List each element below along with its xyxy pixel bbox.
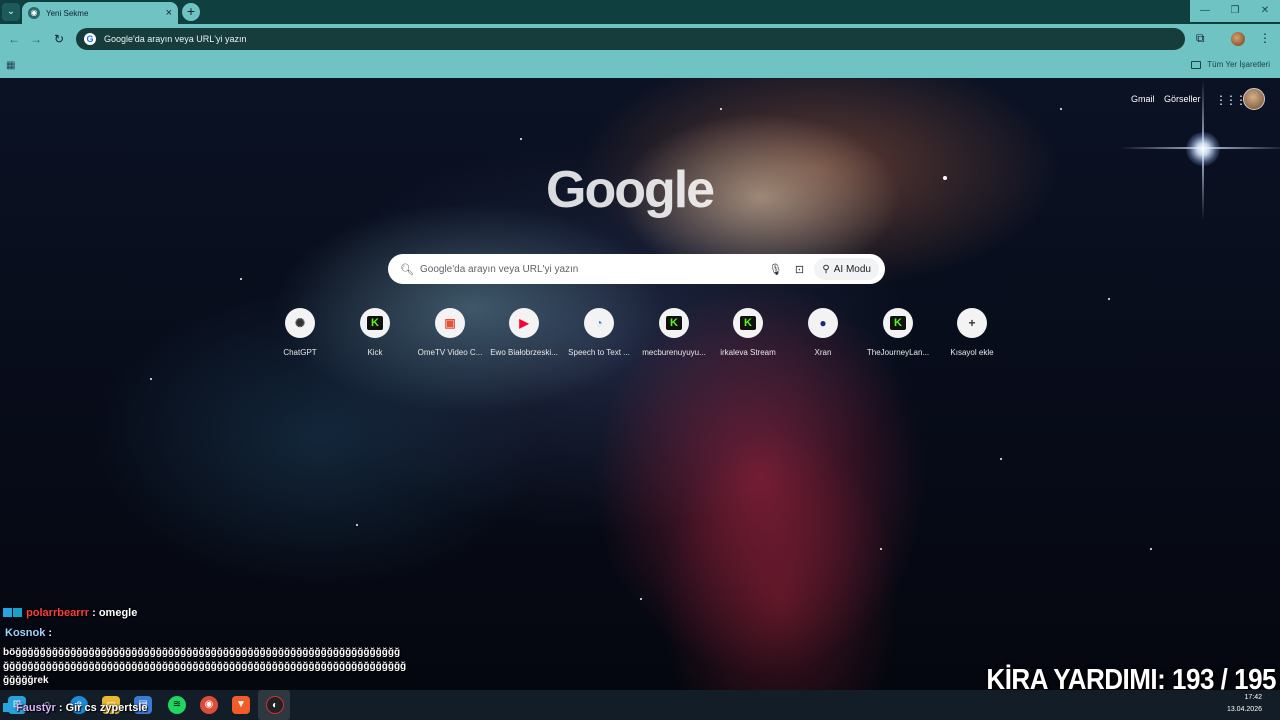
ometv-icon: ▣ xyxy=(435,308,465,338)
folder-icon xyxy=(1191,60,1202,69)
chat-separator: : xyxy=(45,627,53,639)
spotify-icon[interactable]: ≋ xyxy=(168,696,186,714)
shortcut-tile[interactable]: + Kısayol ekle xyxy=(935,308,1009,357)
verified-badge-icon xyxy=(13,608,22,617)
chrome-favicon-icon: ◉ xyxy=(28,7,40,19)
speech-icon: ◔ xyxy=(584,308,614,338)
browser-titlebar: ⌄ ◉ Yeni Sekme × + — ❐ ✕ xyxy=(0,0,1280,24)
minimize-button[interactable]: — xyxy=(1190,0,1220,22)
chat-text-line: ğğğğğrek xyxy=(3,675,49,686)
address-bar[interactable]: G Google'da arayın veya URL'yi yazın xyxy=(76,28,1185,50)
close-tab-icon[interactable]: × xyxy=(166,7,172,19)
chat-username: Kosnok xyxy=(5,627,46,639)
chrome-icon[interactable]: ◉ xyxy=(200,696,218,714)
close-window-button[interactable]: ✕ xyxy=(1250,0,1280,22)
browser-toolbar: ← → ↻ G Google'da arayın veya URL'yi yaz… xyxy=(0,24,1280,54)
shortcut-label: TheJourneyLan... xyxy=(866,348,930,357)
search-placeholder: Google'da arayın veya URL'yi yazın xyxy=(420,263,579,275)
windows-taskbar: ⊞ ○ e ▭ ▤ ≋ ◉ ▼ ◐ xyxy=(0,690,1280,720)
shortcut-tile[interactable]: K TheJourneyLan... xyxy=(861,308,935,357)
google-g-icon: G xyxy=(84,33,96,45)
chat-text: : Gir cs zypertsle xyxy=(55,702,148,714)
kick-icon: K xyxy=(733,308,763,338)
new-tab-button[interactable]: + xyxy=(182,3,200,21)
stream-chat: polarrbearrr : omegle Kosnok : böğğğğğğğ… xyxy=(3,606,423,688)
google-apps-icon[interactable]: ⋮⋮⋮ xyxy=(1215,93,1247,107)
shortcut-label: Ewo Białobrzeski... xyxy=(490,348,558,357)
ai-mode-button[interactable]: ⚲ AI Modu xyxy=(814,258,879,280)
shortcut-tile[interactable]: Kirkaleva Stream xyxy=(711,308,785,357)
shortcut-label: Xran xyxy=(814,348,832,357)
clock-date: 13.04.2026 xyxy=(1226,706,1262,713)
chat-text-line: böğğğğğğğğğğğğğğğğğğğğğğğğğğğğğğğğğğğğğğ… xyxy=(3,647,401,658)
ai-search-icon: ⚲ xyxy=(822,263,830,275)
shortcut-tile[interactable]: ▶ Ewo Białobrzeski... xyxy=(487,308,561,357)
ntp-search-box[interactable]: 🔍︎ Google'da arayın veya URL'yi yazın 🎙︎… xyxy=(388,254,885,284)
menu-kebab-icon[interactable]: ⋮ xyxy=(1259,31,1271,45)
forward-arrow-icon[interactable]: → xyxy=(30,32,42,46)
chatgpt-icon: ✺ xyxy=(285,308,315,338)
kick-icon: K xyxy=(360,308,390,338)
xran-icon: ● xyxy=(808,308,838,338)
microphone-icon[interactable]: 🎙︎ xyxy=(762,263,788,276)
chat-username: polarrbearrr xyxy=(26,607,90,619)
system-clock[interactable]: 17:42 13.04.2026 xyxy=(1227,692,1262,716)
chat-message: Faustyr : Gir cs zypertsle xyxy=(3,702,148,714)
shortcut-label: Speech to Text ... xyxy=(568,348,630,357)
bright-star xyxy=(1186,132,1220,166)
shortcut-tile[interactable]: ✺ ChatGPT xyxy=(263,308,337,357)
kick-icon: K xyxy=(659,308,689,338)
google-logo: Google xyxy=(546,161,715,219)
all-bookmarks-button[interactable]: Tüm Yer İşaretleri xyxy=(1191,60,1270,69)
shortcut-label: ChatGPT xyxy=(283,348,317,357)
ai-mode-label: AI Modu xyxy=(833,263,871,275)
shortcut-label: mecburenuyuyu... xyxy=(642,348,706,357)
maximize-button[interactable]: ❐ xyxy=(1220,0,1250,22)
kick-icon: K xyxy=(883,308,913,338)
reload-icon[interactable]: ↻ xyxy=(54,32,64,46)
chat-text: : omegle xyxy=(89,607,138,619)
clock-time: 17:42 xyxy=(1244,694,1262,701)
images-link[interactable]: Görseller xyxy=(1164,94,1201,104)
all-bookmarks-label: Tüm Yer İşaretleri xyxy=(1207,60,1270,69)
address-bar-text: Google'da arayın veya URL'yi yazın xyxy=(104,34,247,44)
subscriber-badge-icon xyxy=(3,608,12,617)
shortcut-label: Kısayol ekle xyxy=(950,348,994,357)
tab-search-icon[interactable]: ⌄ xyxy=(2,3,20,21)
account-avatar[interactable] xyxy=(1243,88,1265,110)
subscriber-badge-icon xyxy=(3,703,12,712)
shortcut-label: OmeTV Video C... xyxy=(417,348,483,357)
shortcut-tile[interactable]: ● Xran xyxy=(786,308,860,357)
google-lens-icon[interactable]: ⊡ xyxy=(788,263,810,276)
plus-icon: + xyxy=(957,308,987,338)
youtube-icon: ▶ xyxy=(509,308,539,338)
window-controls: — ❐ ✕ xyxy=(1190,0,1280,22)
extensions-icon[interactable]: ⧉ xyxy=(1196,31,1205,46)
search-icon: 🔍︎ xyxy=(400,263,414,276)
back-arrow-icon[interactable]: ← xyxy=(8,32,20,46)
tab-new-tab[interactable]: ◉ Yeni Sekme × xyxy=(22,2,178,24)
shortcut-tile[interactable]: Kmecburenuyuyu... xyxy=(637,308,711,357)
shortcut-tile[interactable]: ▣ OmeTV Video C... xyxy=(413,308,487,357)
chat-text-line: ğğğğğğğğğğğğğğğğğğğğğğğğğğğğğğğğğğğğğğğğ… xyxy=(3,661,407,672)
tab-title: Yeni Sekme xyxy=(46,8,89,18)
shortcut-label: irkaleva Stream xyxy=(720,348,776,357)
shortcut-tile[interactable]: ◔ Speech to Text ... xyxy=(562,308,636,357)
shortcut-tile[interactable]: K Kick xyxy=(338,308,412,357)
chat-message: polarrbearrr : omegle xyxy=(3,606,423,620)
profile-avatar[interactable] xyxy=(1231,32,1245,46)
gmail-link[interactable]: Gmail xyxy=(1131,94,1155,104)
chat-username: Faustyr xyxy=(16,702,56,714)
shortcut-label: Kick xyxy=(367,348,383,357)
obs-icon[interactable]: ◐ xyxy=(266,696,284,714)
chat-message: Kosnok : xyxy=(3,626,423,640)
bookmarks-bar: ▦ Tüm Yer İşaretleri xyxy=(0,54,1280,78)
apps-grid-icon[interactable]: ▦ xyxy=(6,60,15,71)
brave-icon[interactable]: ▼ xyxy=(232,696,250,714)
